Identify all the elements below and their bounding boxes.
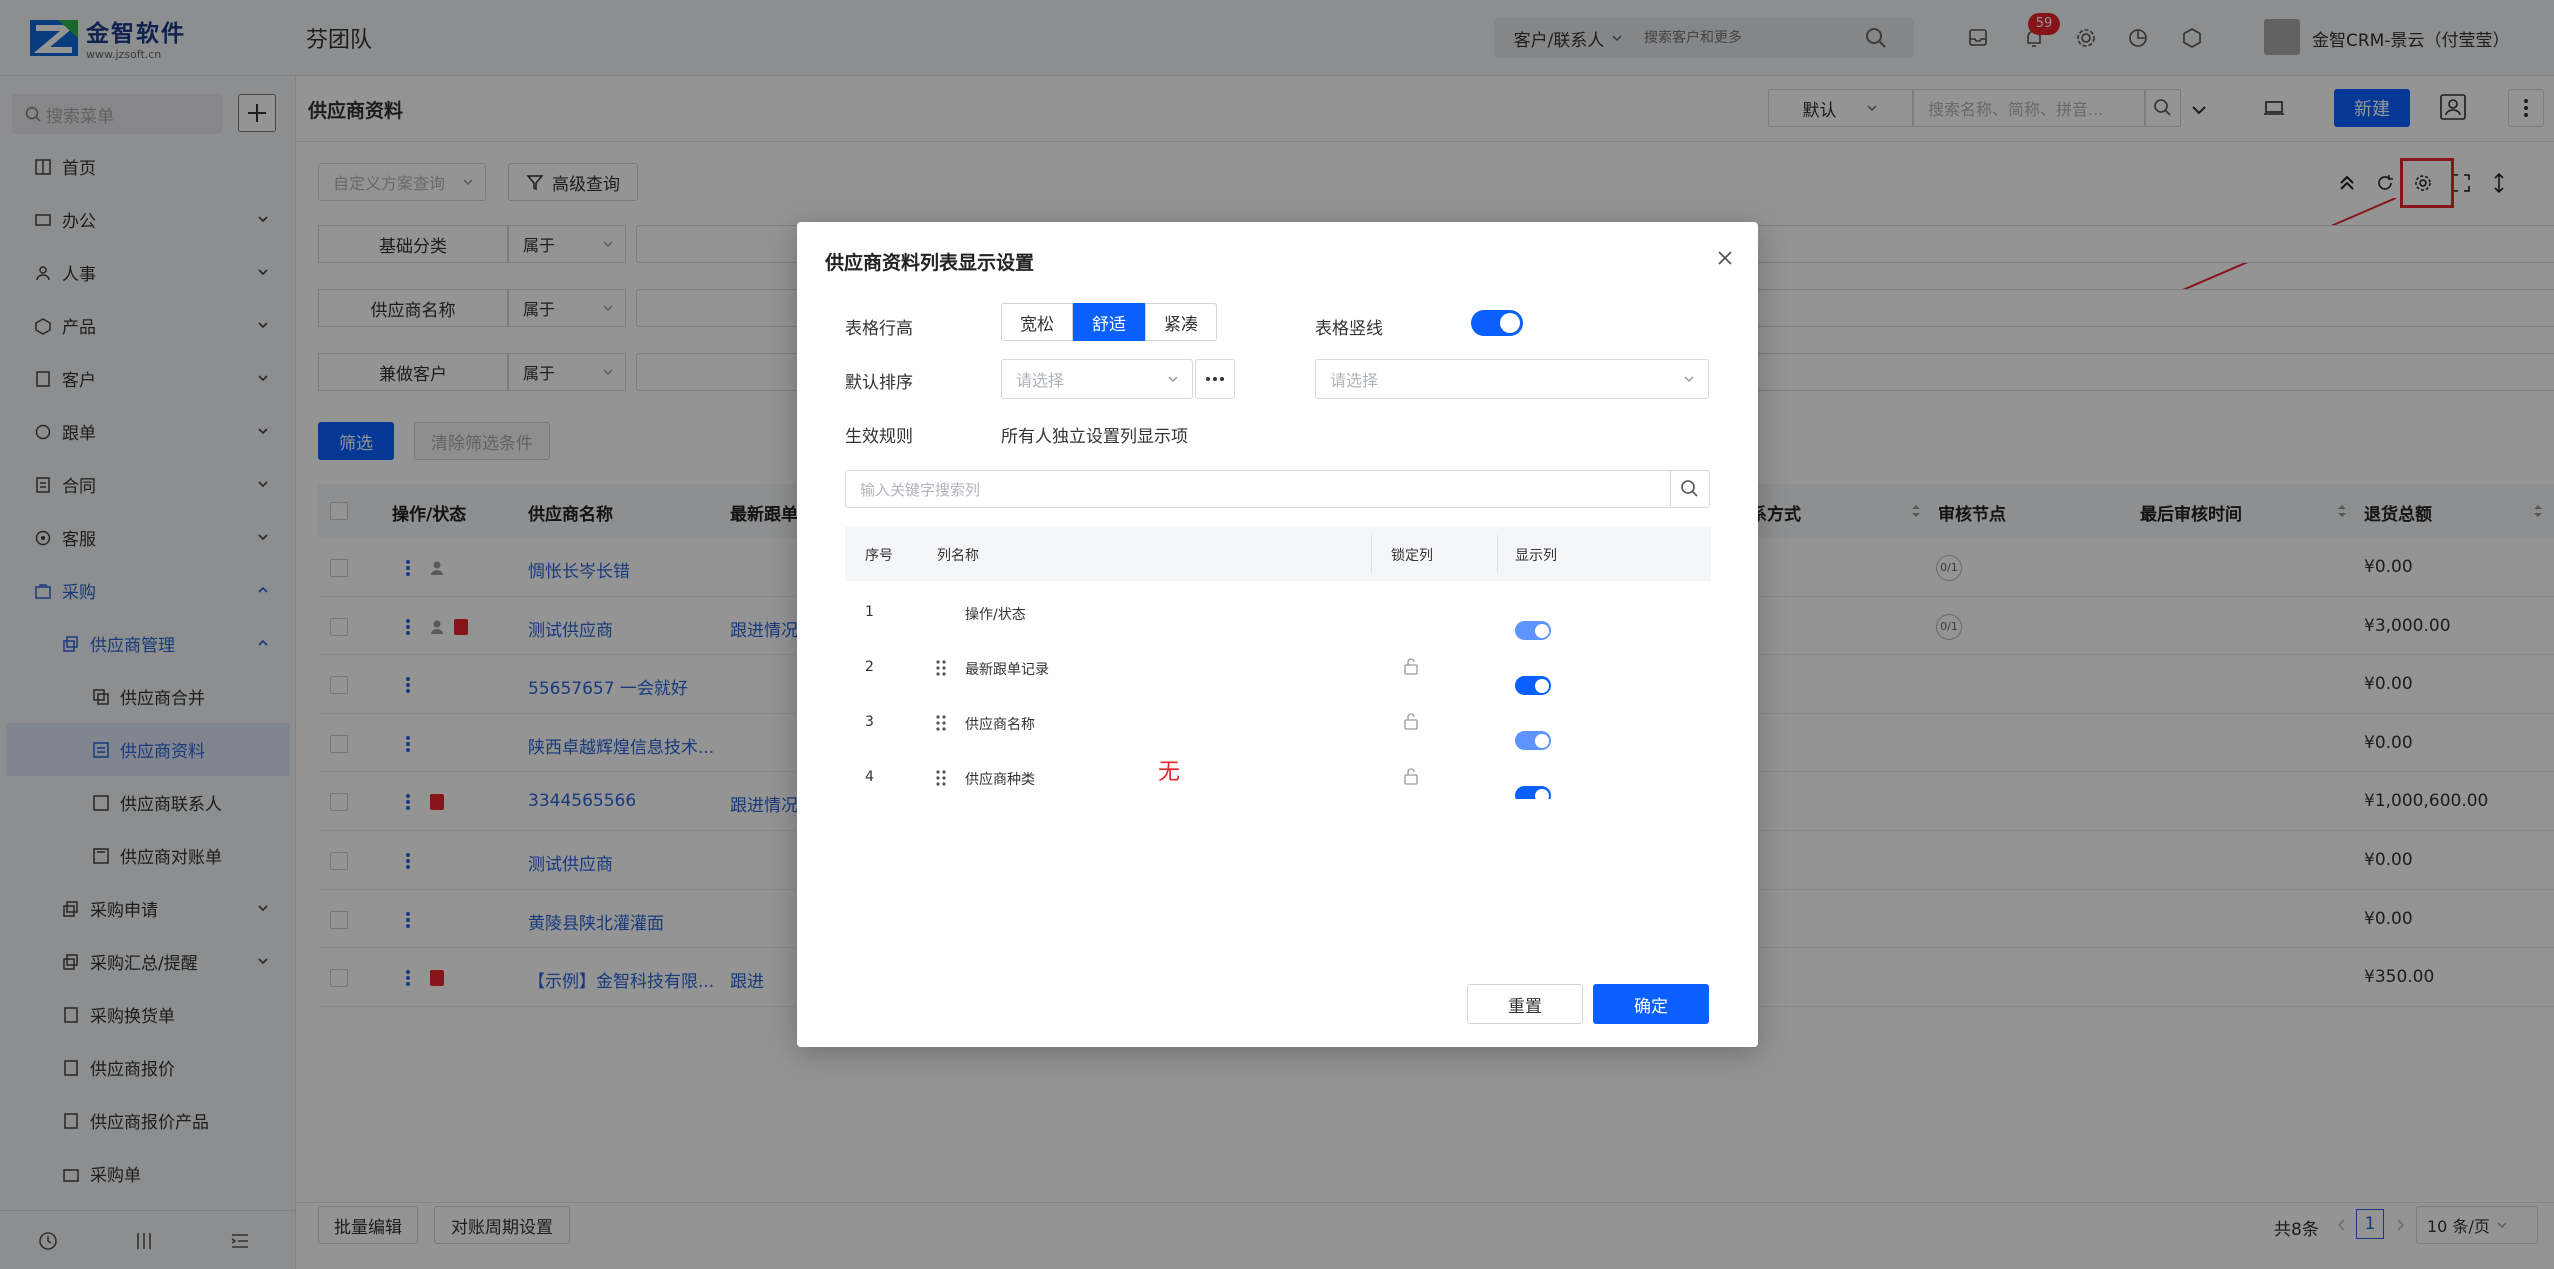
- column-list-viewport: [845, 585, 1711, 799]
- sort-order-select[interactable]: 请选择: [1315, 359, 1709, 399]
- default-sort-select[interactable]: 请选择: [1001, 359, 1193, 399]
- vertical-lines-label: 表格竖线: [1315, 319, 1383, 339]
- column-search-placeholder: 输入关键字搜索列: [860, 480, 981, 499]
- col-divider: [1497, 535, 1498, 573]
- dialog-title: 供应商资料列表显示设置: [825, 252, 1035, 274]
- col-divider: [1371, 535, 1372, 573]
- row-height-label: 表格行高: [845, 319, 913, 339]
- chevron-down-icon: [1168, 376, 1178, 383]
- chevron-down-icon: [1684, 376, 1694, 383]
- sort-more-button[interactable]: [1195, 359, 1235, 399]
- vertical-lines-toggle[interactable]: [1471, 310, 1523, 336]
- more-horizontal-icon: [1206, 377, 1224, 381]
- row-height-group: 宽松 舒适 紧凑: [1001, 303, 1217, 341]
- annotation-text: 无: [1158, 760, 1181, 785]
- sort-order-placeholder: 请选择: [1330, 371, 1379, 390]
- rule-value: 所有人独立设置列显示项: [1001, 427, 1188, 447]
- column-list-header: 序号 列名称 锁定列 显示列: [845, 527, 1711, 581]
- column-search-input[interactable]: 输入关键字搜索列: [845, 470, 1671, 508]
- col-header-no: 序号: [865, 548, 893, 564]
- col-header-name: 列名称: [937, 548, 979, 564]
- confirm-button[interactable]: 确定: [1593, 984, 1709, 1024]
- column-search-button[interactable]: [1670, 470, 1710, 508]
- row-height-compact[interactable]: 紧凑: [1145, 303, 1217, 341]
- row-height-comfortable[interactable]: 舒适: [1073, 303, 1145, 341]
- sort-placeholder: 请选择: [1016, 371, 1065, 390]
- col-header-lock: 锁定列: [1391, 548, 1433, 564]
- col-header-show: 显示列: [1515, 548, 1557, 564]
- default-sort-label: 默认排序: [845, 373, 913, 393]
- search-icon: [1681, 480, 1698, 497]
- row-height-loose[interactable]: 宽松: [1001, 303, 1073, 341]
- rule-label: 生效规则: [845, 427, 913, 447]
- reset-button[interactable]: 重置: [1467, 984, 1583, 1024]
- close-icon[interactable]: [1715, 248, 1735, 268]
- column-settings-dialog: 供应商资料列表显示设置 表格行高 宽松 舒适 紧凑 表格竖线 默认排序 请选择 …: [797, 222, 1758, 1047]
